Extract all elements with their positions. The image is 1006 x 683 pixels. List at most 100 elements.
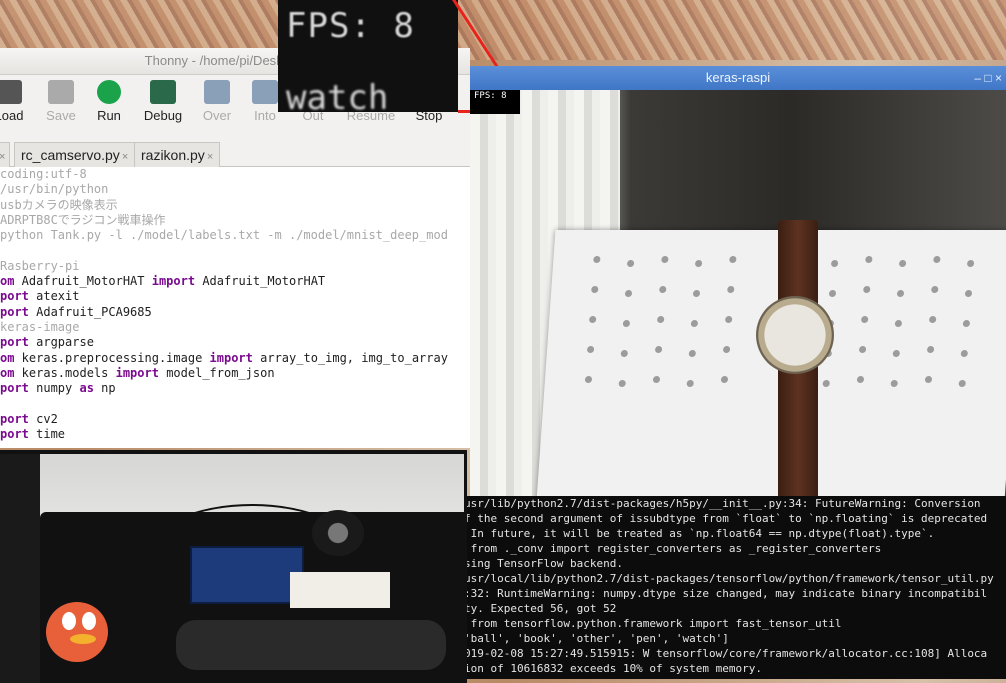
over-button[interactable]: Over [192,80,242,123]
terminal-line: 'ball', 'book', 'other', 'pen', 'watch'] [464,632,729,645]
code-line: /usr/bin/python [0,182,109,197]
watch-face-image [756,296,834,374]
code-line: om keras.models import model_from_json [0,365,275,380]
debug-icon [150,80,176,104]
tank-tracks-image [176,620,446,670]
minimize-icon[interactable]: – [974,71,981,85]
close-icon[interactable]: × [995,71,1002,85]
paper-dot [729,256,737,263]
load-button[interactable]: Load [0,80,34,123]
code-line: keras-image [0,319,80,334]
paper-dot [591,286,599,293]
code-line: coding:utf-8 [0,167,87,181]
code-line: usbカメラの映像表示 [0,197,118,212]
paper-dot [931,286,939,293]
code-line: port Adafruit_PCA9685 [0,304,152,319]
editor-tabs: × rc_camservo.py × razikon.py × [0,140,470,167]
code-line: port atexit [0,289,80,304]
paper-dot [622,320,631,327]
paper-dot [860,316,869,323]
toolbar-label: Debug [143,108,183,123]
code-line: port numpy as np [0,381,116,396]
code-line: Rasberry-pi [0,258,80,273]
window-title: keras-raspi [705,70,771,85]
toolbar-label: Load [0,108,24,123]
code-line: om Adafruit_MotorHAT import Adafruit_Mot… [0,274,326,289]
terminal-line: sing TensorFlow backend. [464,557,623,570]
fps-zoom-text: FPS: 8 [286,6,415,46]
fps-text: FPS: 8 [474,91,507,101]
paper-dot [692,290,701,297]
paper-dot [892,350,901,357]
run-button[interactable]: Run [84,80,134,123]
code-line: ADRPTB8Cでラジコン戦車操作 [0,212,166,227]
paper-dot [896,290,905,297]
paper-dot [856,376,865,383]
paper-dot [958,380,966,387]
paper-dot [720,376,729,383]
paper-dot [694,260,703,267]
paper-dot [724,316,733,323]
debug-button[interactable]: Debug [138,80,188,123]
save-button[interactable]: Save [36,80,86,123]
paper-dot [586,346,595,353]
plush-eye-image [82,612,96,630]
tab-razikon[interactable]: razikon.py × [134,142,221,167]
close-icon[interactable]: × [207,151,213,163]
terminal-line: ty. Expected 56, got 52 [464,602,617,615]
robot-tank-photo [0,450,467,683]
paper-dot [830,260,839,267]
toolbar-label: Into [254,108,276,123]
step-over-icon [204,80,230,104]
code-line: port cv2 [0,411,58,426]
tab-hidden[interactable]: × [0,142,10,167]
toolbar-label: Run [97,108,121,123]
prediction-zoom-text: watch [286,78,389,112]
paper-dot [865,256,873,263]
code-editor[interactable]: coding:utf-8/usr/bin/python usbカメラの映像表示 AD… [0,167,470,448]
terminal-line: ion of 10616832 exceeds 10% of system me… [464,662,763,675]
paper-dot [624,290,633,297]
fps-zoom-overlay: FPS: 8 watch [278,0,458,112]
maximize-icon[interactable]: □ [984,71,991,85]
camera-feed [470,90,1006,496]
sensor-image [312,510,364,556]
paper-dot [618,380,626,387]
step-into-icon [252,80,278,104]
paper-dot [928,316,937,323]
paper-dot [890,380,898,387]
paper-dot [722,346,731,353]
paper-dot [688,350,697,357]
run-icon [97,80,121,104]
code-line: port time [0,427,66,442]
terminal-line: :32: RuntimeWarning: numpy.dtype size ch… [464,587,988,600]
fps-label: FPS: 8 [470,90,520,114]
paper-dot [964,290,973,297]
circuit-board-image [190,546,304,604]
paper-dot [584,376,593,383]
paper-dot [926,346,935,353]
terminal-line: 019-02-08 15:27:49.515915: W tensorflow/… [464,647,988,660]
terminal-line: f the second argument of issubdtype from… [464,512,988,525]
paper-dot [659,286,667,293]
photo-dark-edge [0,454,40,683]
terminal-window[interactable]: usr/lib/python2.7/dist-packages/h5py/__i… [464,496,1006,679]
paper-dot [966,260,975,267]
paper-dot [626,260,635,267]
paper-dot [933,256,941,263]
paper-dot [656,316,665,323]
paper-dot [690,320,699,327]
close-icon[interactable]: × [0,151,5,163]
tab-rc-camservo[interactable]: rc_camservo.py × [14,142,136,167]
window-controls: – □ × [974,66,1002,90]
paper-dot [593,256,601,263]
code-line: om keras.preprocessing.image import arra… [0,350,448,365]
terminal-line: usr/lib/python2.7/dist-packages/h5py/__i… [464,497,981,510]
close-icon[interactable]: × [122,151,128,163]
paper-dot [894,320,903,327]
tab-label: razikon.py [141,147,205,163]
paper-dot [863,286,871,293]
paper-dot [960,350,969,357]
